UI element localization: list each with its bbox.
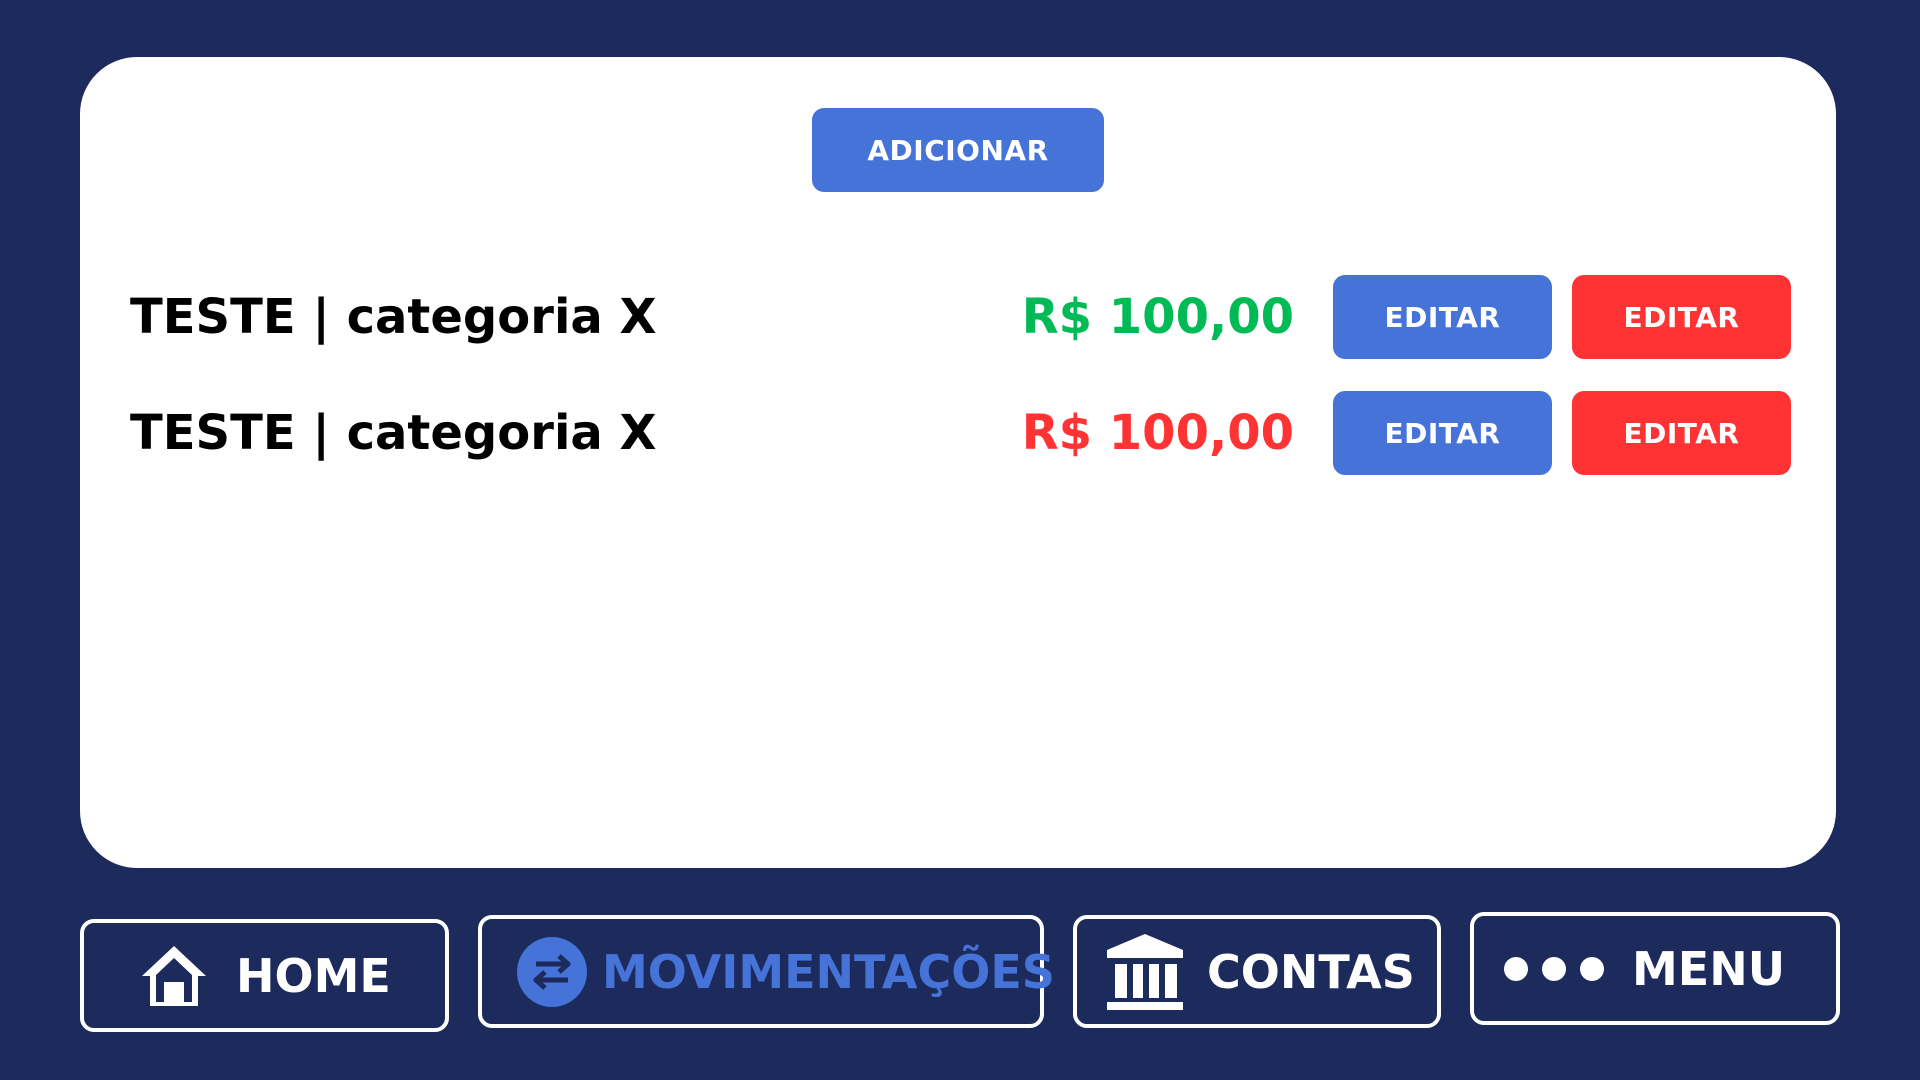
nav-movimentacoes-label: MOVIMENTAÇÕES xyxy=(602,944,1055,999)
transaction-amount-expense: R$ 100,00 xyxy=(1021,405,1294,461)
nav-movimentacoes[interactable]: MOVIMENTAÇÕES xyxy=(478,915,1055,1028)
home-icon xyxy=(138,940,210,1012)
edit-button[interactable]: EDITAR xyxy=(1333,275,1552,359)
nav-contas[interactable]: CONTAS xyxy=(1073,915,1441,1028)
transaction-label: TESTE | categoria X xyxy=(130,289,657,345)
nav-home-label: HOME xyxy=(236,948,391,1003)
transaction-row: TESTE | categoria X R$ 100,00 EDITAR EDI… xyxy=(80,275,1836,359)
nav-menu[interactable]: MENU xyxy=(1470,912,1840,1025)
delete-button[interactable]: EDITAR xyxy=(1572,391,1791,475)
delete-button[interactable]: EDITAR xyxy=(1572,275,1791,359)
transfer-arrows-icon xyxy=(516,936,588,1008)
nav-contas-label: CONTAS xyxy=(1207,944,1415,999)
transactions-panel: ADICIONAR TESTE | categoria X R$ 100,00 … xyxy=(80,57,1836,868)
transaction-amount-income: R$ 100,00 xyxy=(1021,289,1294,345)
bank-icon xyxy=(1103,930,1187,1014)
nav-home[interactable]: HOME xyxy=(80,919,449,1032)
more-dots-icon xyxy=(1502,954,1606,984)
transaction-row: TESTE | categoria X R$ 100,00 EDITAR EDI… xyxy=(80,391,1836,475)
transaction-label: TESTE | categoria X xyxy=(130,405,657,461)
add-button[interactable]: ADICIONAR xyxy=(812,108,1104,192)
edit-button[interactable]: EDITAR xyxy=(1333,391,1552,475)
nav-menu-label: MENU xyxy=(1632,941,1786,996)
